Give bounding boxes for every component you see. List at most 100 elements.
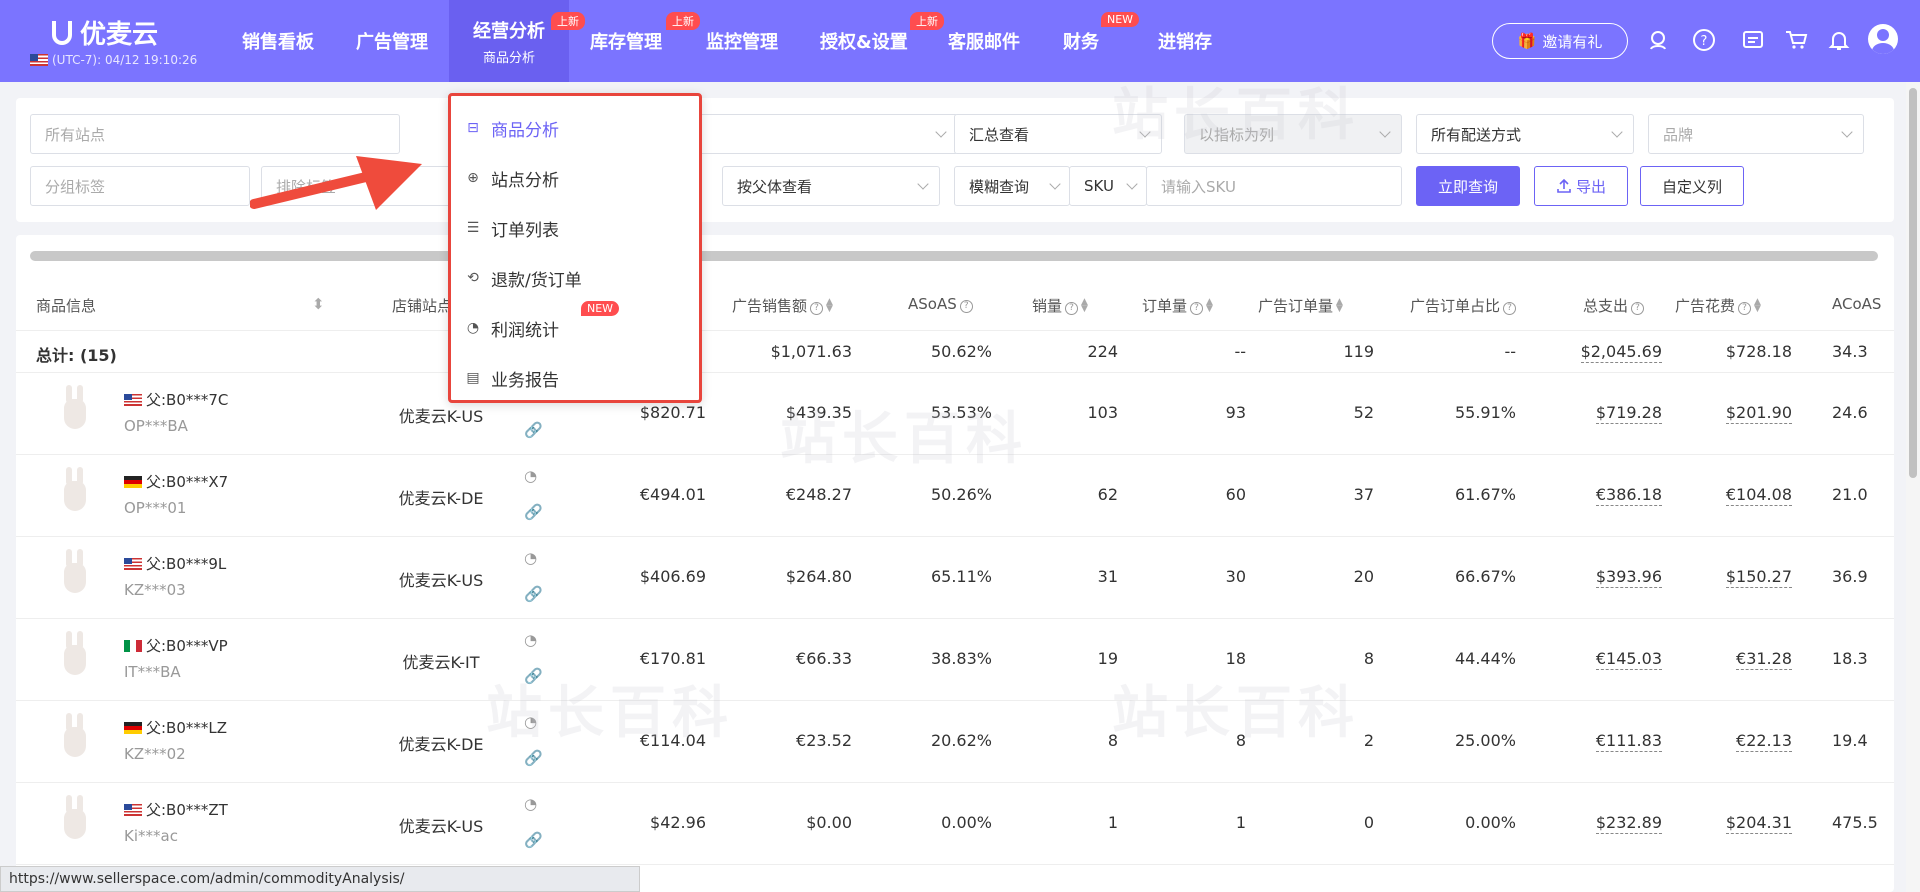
total-spend-value[interactable]: €145.03 — [1526, 649, 1662, 670]
product-thumbnail[interactable]: .... — [48, 795, 102, 851]
header-total-spend: 总支出? — [1583, 295, 1645, 316]
total-spend-value[interactable]: $393.96 — [1526, 567, 1662, 588]
horizontal-scrollbar[interactable] — [30, 251, 1878, 261]
menu-item-order-list[interactable]: ☰ 订单列表 — [465, 213, 559, 243]
sku-input[interactable]: 请输入SKU — [1146, 166, 1402, 206]
pie-chart-icon[interactable]: ◔ — [524, 549, 537, 567]
header-product-info[interactable]: 商品信息 — [36, 295, 96, 316]
question-icon: ? — [1738, 302, 1752, 315]
product-thumbnail[interactable]: .... — [48, 467, 102, 523]
ad-sales-value: $0.00 — [806, 813, 852, 832]
acoas-value: 475.5 — [1832, 813, 1878, 832]
link-icon[interactable]: 🔗 — [524, 421, 543, 439]
pie-chart-icon[interactable]: ◔ — [524, 795, 537, 813]
menu-item-business-report[interactable]: ▤ 业务报告 — [465, 363, 559, 393]
ad-order-ratio-value: 44.44% — [1454, 649, 1516, 668]
pie-chart-icon[interactable]: ◔ — [524, 631, 537, 649]
svg-text:?: ? — [1701, 34, 1708, 49]
help-icon[interactable]: ? — [1691, 27, 1717, 53]
nav-auth-settings[interactable]: 授权&设置 上新 — [820, 0, 944, 82]
header-asoas: ASoAS? — [908, 295, 973, 313]
group-tag-select[interactable]: 分组标签 — [30, 166, 250, 206]
ad-spend-value[interactable]: €31.28 — [1666, 649, 1792, 670]
annotation-arrow — [250, 156, 422, 210]
sort-icon: ▲ ▼ — [1336, 297, 1343, 314]
total-spend-value[interactable]: €386.18 — [1526, 485, 1662, 506]
link-icon[interactable]: 🔗 — [524, 749, 543, 767]
shipping-select[interactable]: 所有配送方式 — [1416, 114, 1634, 154]
total-spend-value[interactable]: €111.83 — [1526, 731, 1662, 752]
cart-icon[interactable] — [1783, 27, 1809, 53]
app-logo[interactable]: 优麦云 — [52, 14, 158, 51]
product-thumbnail[interactable]: .... — [48, 385, 102, 441]
link-icon[interactable]: 🔗 — [524, 667, 543, 685]
product-thumbnail[interactable]: .... — [48, 549, 102, 605]
nav-sales-dashboard[interactable]: 销售看板 — [242, 0, 314, 82]
query-button[interactable]: 立即查询 — [1416, 166, 1520, 206]
header-ad-sales[interactable]: 广告销售额 ?▲ ▼ — [732, 295, 833, 316]
ad-spend-value[interactable]: €22.13 — [1666, 731, 1792, 752]
ad-spend-value[interactable]: €104.08 — [1666, 485, 1792, 506]
parent-asin[interactable]: 父:B0***9L — [124, 553, 226, 574]
header-orders[interactable]: 订单量 ?▲ ▼ — [1142, 295, 1213, 316]
parent-asin[interactable]: 父:B0***X7 — [124, 471, 228, 492]
total-spend-value[interactable]: $719.28 — [1526, 403, 1662, 424]
site-select[interactable]: 所有站点 — [30, 114, 400, 154]
export-button[interactable]: 导出 — [1534, 166, 1628, 206]
header-units[interactable]: 销量 ?▲ ▼ — [1032, 295, 1088, 316]
sort-icon: ▲ ▼ — [826, 297, 833, 314]
ad-spend-value[interactable]: $201.90 — [1666, 403, 1792, 424]
nav-inventory[interactable]: 库存管理 上新 — [590, 0, 700, 82]
total-total-spend[interactable]: $2,045.69 — [1526, 342, 1662, 363]
table-row: .... 父:B0***VP IT***BA 优麦云K-IT ◔ 🔗 €170.81 €66.… — [16, 619, 1894, 701]
link-icon[interactable]: 🔗 — [524, 831, 543, 849]
menu-item-product-analysis[interactable]: ⊟ 商品分析 — [465, 113, 559, 143]
ad-sales-value: €66.33 — [796, 649, 852, 668]
parent-asin[interactable]: 父:B0***ZT — [124, 799, 228, 820]
nav-service-email[interactable]: 客服邮件 — [948, 0, 1020, 82]
pie-chart-icon[interactable]: ◔ — [524, 713, 537, 731]
parent-view-select[interactable]: 按父体查看 — [722, 166, 940, 206]
new-badge: NEW — [581, 301, 620, 316]
metric-column-select: 以指标为列 — [1184, 114, 1402, 154]
asoas-value: 53.53% — [930, 403, 992, 422]
product-thumbnail[interactable]: .... — [48, 631, 102, 687]
nav-ad-management[interactable]: 广告管理 — [356, 0, 428, 82]
vertical-scrollbar[interactable] — [1906, 82, 1920, 892]
menu-item-refund-orders[interactable]: ⟲ 退款/货订单 — [465, 263, 582, 293]
menu-item-profit-stats[interactable]: ◔ 利润统计 NEW — [465, 301, 620, 343]
nav-finance[interactable]: 财务 NEW — [1063, 0, 1140, 82]
sku-label: IT***BA — [124, 663, 181, 681]
total-orders: -- — [1234, 342, 1246, 361]
parent-asin[interactable]: 父:B0***7C — [124, 389, 228, 410]
link-icon[interactable]: 🔗 — [524, 503, 543, 521]
product-thumbnail[interactable]: .... — [48, 713, 102, 769]
ad-spend-value[interactable]: $150.27 — [1666, 567, 1792, 588]
bell-icon[interactable] — [1826, 27, 1852, 53]
ad-spend-value[interactable]: $204.31 — [1666, 813, 1792, 834]
question-icon: ? — [959, 300, 973, 313]
menu-item-site-analysis[interactable]: ⊕ 站点分析 — [465, 163, 559, 193]
user-avatar[interactable] — [1868, 24, 1898, 54]
customer-service-icon[interactable] — [1645, 27, 1671, 53]
parent-asin[interactable]: 父:B0***VP — [124, 635, 228, 656]
header-ad-spend[interactable]: 广告花费 ?▲ ▼ — [1675, 295, 1761, 316]
fuzzy-query-select[interactable]: 模糊查询 — [954, 166, 1070, 206]
link-icon[interactable]: 🔗 — [524, 585, 543, 603]
sku-type-select[interactable]: SKU — [1069, 166, 1147, 206]
invite-button[interactable]: 🎁 邀请有礼 — [1492, 23, 1628, 59]
upload-icon — [1557, 178, 1571, 193]
nav-business-analysis[interactable]: 经营分析 商品分析 上新 — [449, 0, 585, 82]
summary-view-select[interactable]: 汇总查看 — [954, 114, 1162, 154]
nav-purchase-sales-inventory[interactable]: 进销存 — [1158, 0, 1212, 82]
parent-asin[interactable]: 父:B0***LZ — [124, 717, 227, 738]
message-icon[interactable] — [1740, 27, 1766, 53]
question-icon: ? — [1190, 302, 1204, 315]
pie-chart-icon[interactable]: ◔ — [524, 467, 537, 485]
custom-columns-button[interactable]: 自定义列 — [1640, 166, 1744, 206]
total-spend-value[interactable]: $232.89 — [1526, 813, 1662, 834]
nav-monitoring[interactable]: 监控管理 — [706, 0, 778, 82]
brand-select[interactable]: 品牌 — [1648, 114, 1864, 154]
header-ad-orders[interactable]: 广告订单量 ▲ ▼ — [1258, 295, 1343, 316]
sort-icon[interactable]: ⬍ — [312, 295, 325, 313]
